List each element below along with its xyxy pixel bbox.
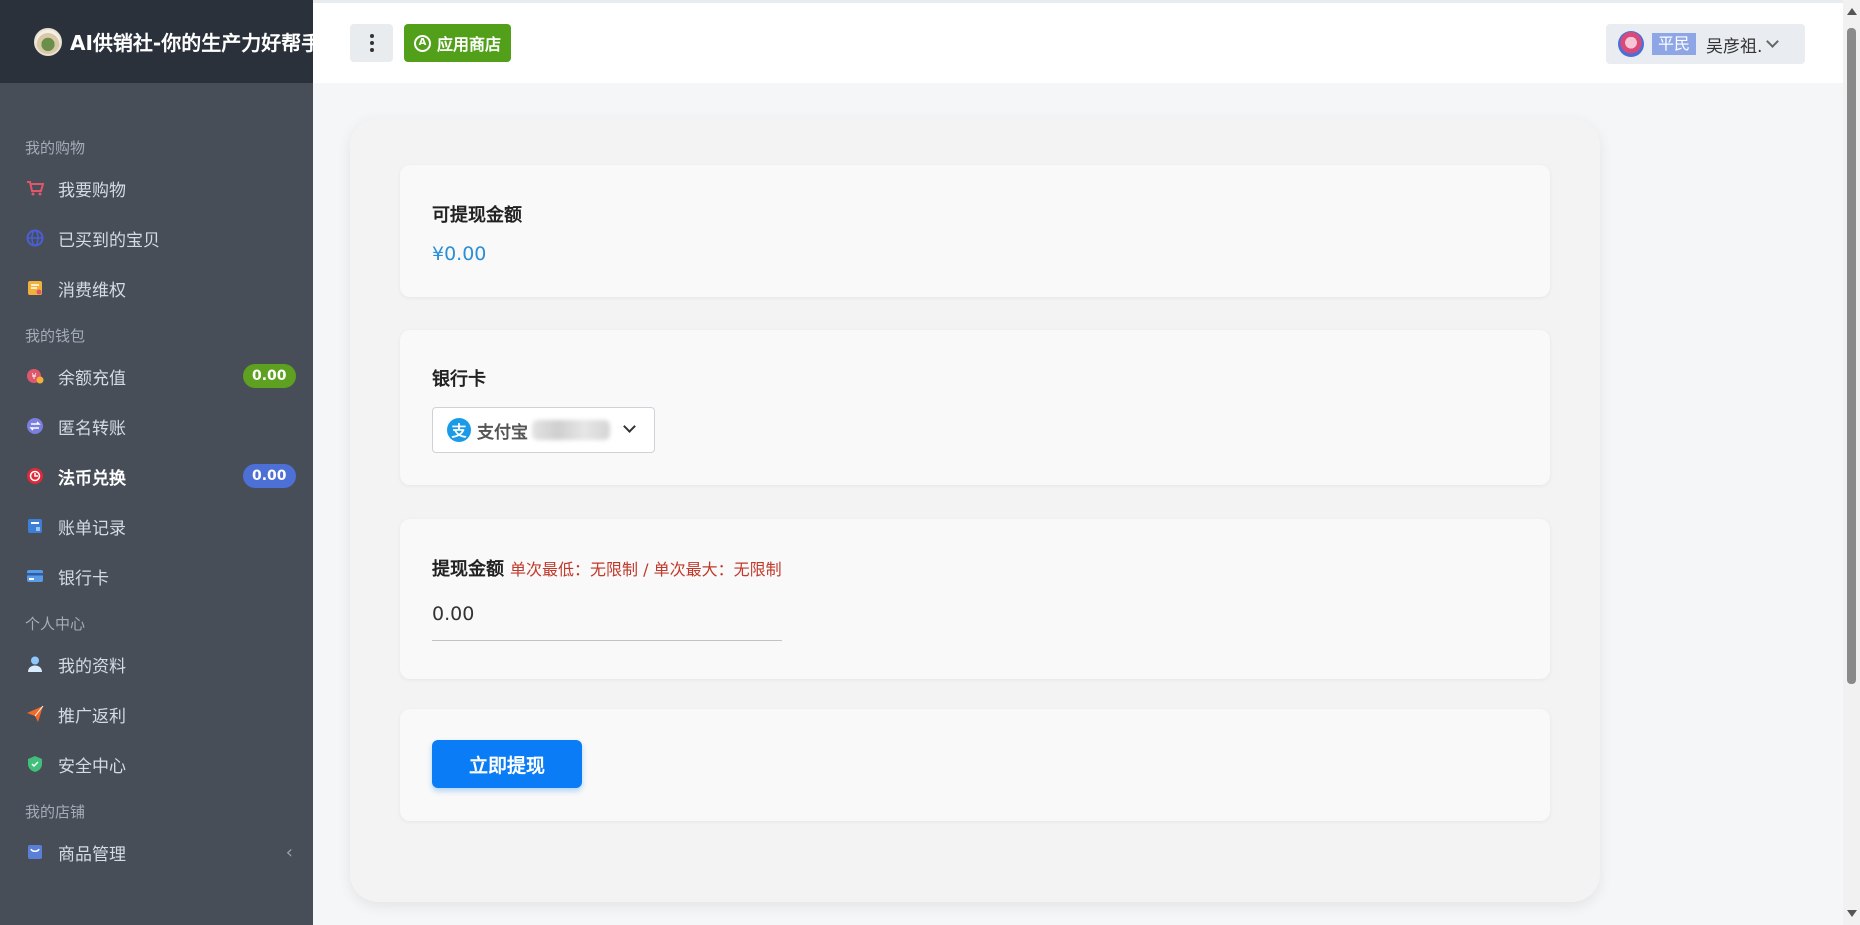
sidebar-item-label: 银行卡 [58,568,109,589]
send-icon [26,705,44,723]
bankcard-card: 银行卡 支 支付宝 [400,330,1550,485]
shield-icon [26,755,44,773]
chevron-down-icon [623,420,636,433]
amount-input[interactable]: 0.00 [432,603,782,641]
page-scrollbar[interactable] [1843,0,1860,925]
globe-icon [26,229,44,247]
scroll-up-icon[interactable] [1847,8,1857,15]
balance-card: 可提现金额 ¥0.00 [400,165,1550,297]
logo-icon [34,27,62,56]
sidebar-item-shopping[interactable]: 我要购物 [0,163,313,213]
sidebar-item-bill[interactable]: 账单记录 [0,501,313,551]
transfer-icon [26,417,44,435]
sidebar-item-exchange[interactable]: 法币兑换 0.00 [0,451,313,501]
sidebar-item-complaint[interactable]: 消费维权 [0,263,313,313]
svg-text:¥: ¥ [31,372,36,381]
withdraw-submit-button[interactable]: 立即提现 [432,740,582,788]
more-menu-button[interactable] [350,24,393,62]
app-store-icon: A [414,34,431,52]
scrollbar-thumb[interactable] [1847,28,1856,684]
sidebar-item-label: 我的资料 [58,656,126,677]
sidebar-item-label: 安全中心 [58,756,126,777]
alipay-icon: 支 [447,418,471,442]
sidebar-item-recharge[interactable]: ¥ 余额充值 0.00 [0,351,313,401]
submit-card: 立即提现 [400,709,1550,821]
amount-title-row: 提现金额 单次最低：无限制 / 单次最大：无限制 [432,555,1550,581]
sidebar-item-label: 推广返利 [58,706,126,727]
sidebar-item-profile[interactable]: 我的资料 [0,639,313,689]
sidebar-item-label: 商品管理 [58,844,126,865]
app-store-button[interactable]: A 应用商店 [404,24,512,62]
user-name: 吴彦祖. [1706,36,1763,57]
chevron-down-icon [1766,35,1780,48]
bankcard-selected: 支付宝 [477,422,528,443]
more-vertical-icon [369,34,374,52]
sidebar-item-label: 法币兑换 [58,468,126,489]
group-title-wallet: 我的钱包 [25,327,86,345]
balance-badge: 0.00 [243,364,296,388]
sidebar-item-transfer[interactable]: 匿名转账 [0,401,313,451]
scroll-down-icon[interactable] [1847,910,1857,917]
group-title-store: 我的店铺 [25,803,86,821]
amount-limit: 单次最低：无限制 / 单次最大：无限制 [510,560,782,579]
goods-icon [26,843,44,861]
cart-icon [26,179,44,197]
sidebar-item-goods[interactable]: 商品管理 ‹ [0,827,313,877]
recharge-icon: ¥ [26,367,44,385]
sidebar-item-label: 我要购物 [58,180,126,201]
chevron-left-icon[interactable]: ‹ [286,842,293,863]
balance-title: 可提现金额 [432,205,522,226]
group-title-shopping: 我的购物 [25,139,86,157]
sidebar-item-promotion[interactable]: 推广返利 [0,689,313,739]
sidebar-item-security[interactable]: 安全中心 [0,739,313,789]
user-icon [26,655,44,673]
amount-card: 提现金额 单次最低：无限制 / 单次最大：无限制 0.00 [400,519,1550,679]
exchange-icon [26,467,44,485]
sidebar-item-label: 匿名转账 [58,418,126,439]
complaint-icon [26,279,44,297]
bankcard-title: 银行卡 [432,369,486,390]
user-menu[interactable]: 平民 吴彦祖. [1606,24,1805,64]
sidebar-item-bankcard[interactable]: 银行卡 [0,551,313,601]
bankcard-select[interactable]: 支 支付宝 [432,407,655,453]
group-title-personal: 个人中心 [25,615,86,633]
app-store-label: 应用商店 [437,35,502,54]
app-title: AI供销社-你的生产力好帮手 [70,31,313,55]
bill-icon [26,517,44,535]
user-rank-badge: 平民 [1652,33,1697,55]
withdraw-panel: 可提现金额 ¥0.00 银行卡 支 支付宝 提现金额 单次最低：无限制 / 单次最… [350,118,1600,902]
redacted-account [532,420,610,440]
avatar [1618,31,1644,57]
sidebar-item-purchased[interactable]: 已买到的宝贝 [0,213,313,263]
sidebar-item-label: 账单记录 [58,518,126,539]
balance-value: ¥0.00 [432,243,487,265]
sidebar-nav: 我的购物 我要购物 已买到的宝贝 消费维权 我的钱包 ¥ 余额充值 0.00 匿… [0,83,313,877]
sidebar-item-label: 余额充值 [58,368,126,389]
sidebar-item-label: 消费维权 [58,280,126,301]
bankcard-icon [26,567,44,585]
sidebar: AI供销社-你的生产力好帮手 我的购物 我要购物 已买到的宝贝 消费维权 我的钱… [0,0,313,925]
brand[interactable]: AI供销社-你的生产力好帮手 [0,0,313,83]
exchange-badge: 0.00 [243,464,296,488]
amount-title: 提现金额 [432,559,504,580]
sidebar-item-label: 已买到的宝贝 [58,230,160,251]
top-header: A 应用商店 平民 吴彦祖. [313,0,1860,83]
